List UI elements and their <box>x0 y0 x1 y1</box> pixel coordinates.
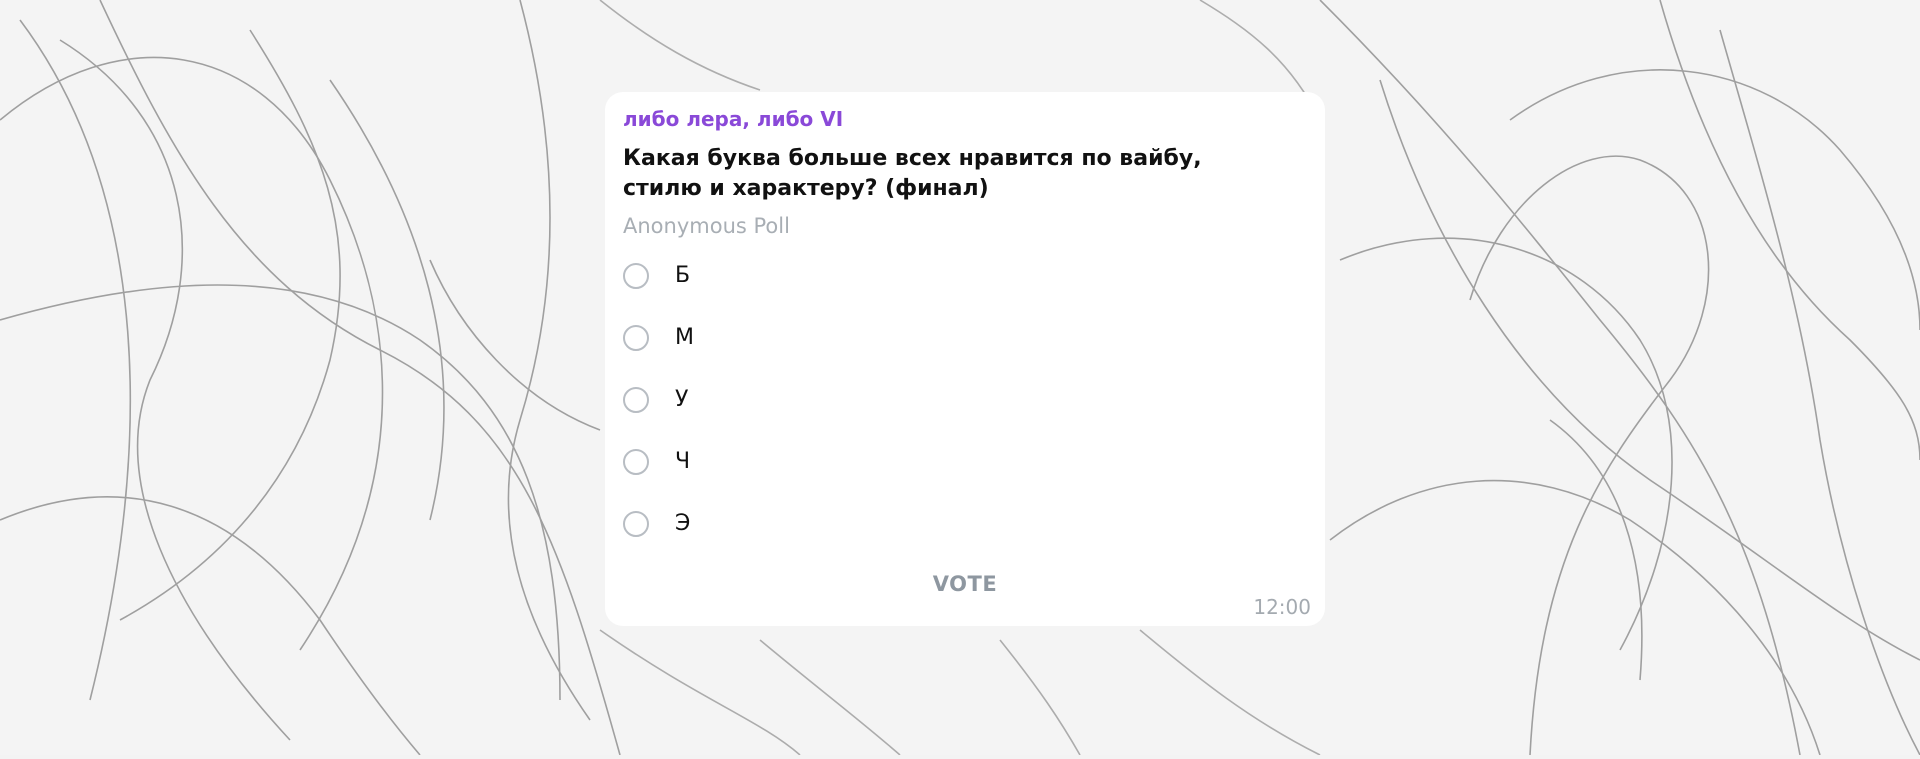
radio-icon[interactable] <box>623 449 649 475</box>
poll-options: Б М У Ч Э <box>623 245 1307 555</box>
vote-button[interactable]: VOTE <box>605 572 1325 596</box>
poll-option-label: Э <box>675 511 691 536</box>
poll-question: Какая буква больше всех нравится по вайб… <box>623 146 1202 201</box>
radio-icon[interactable] <box>623 263 649 289</box>
sender-name[interactable]: либо лера, либо VI <box>623 107 1307 131</box>
poll-option-2[interactable]: М <box>623 307 1307 369</box>
poll-option-label: М <box>675 325 694 350</box>
radio-icon[interactable] <box>623 387 649 413</box>
poll-type-label: Anonymous Poll <box>623 214 790 238</box>
poll-option-label: Ч <box>675 449 691 474</box>
poll-option-4[interactable]: Ч <box>623 431 1307 493</box>
poll-option-5[interactable]: Э <box>623 493 1307 555</box>
poll-message-bubble: либо лера, либо VI Какая буква больше вс… <box>605 92 1325 626</box>
radio-icon[interactable] <box>623 511 649 537</box>
radio-icon[interactable] <box>623 325 649 351</box>
message-time: 12:00 <box>1253 595 1311 619</box>
poll-option-3[interactable]: У <box>623 369 1307 431</box>
poll-option-1[interactable]: Б <box>623 245 1307 307</box>
poll-option-label: Б <box>675 263 691 288</box>
poll-option-label: У <box>675 387 689 412</box>
